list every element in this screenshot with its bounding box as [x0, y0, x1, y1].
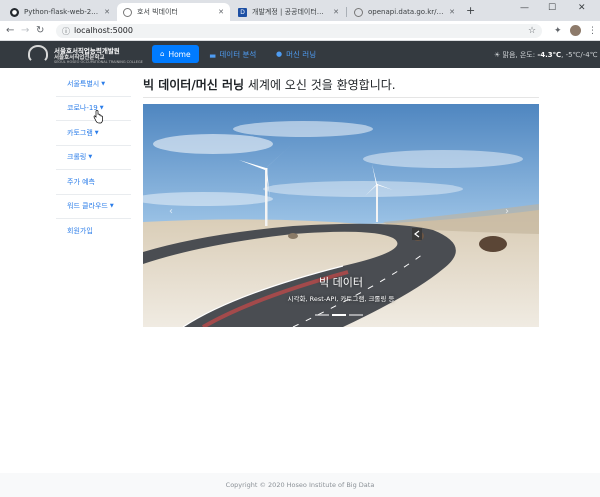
- carousel-indicator[interactable]: [332, 314, 346, 316]
- address-bar[interactable]: ⓘ localhost:5000: [56, 24, 542, 38]
- carousel-indicators: [315, 314, 363, 316]
- maximize-button[interactable]: ☐: [548, 3, 556, 13]
- nav-machine-learning[interactable]: ● 머신 러닝: [276, 45, 316, 63]
- carousel-prev-button[interactable]: ‹: [169, 206, 173, 217]
- site-navbar: 서울호서직업능력개발원 서울호서직업전문학교 SEOUL HOSEO OCCUP…: [0, 41, 600, 68]
- divider: [143, 97, 539, 98]
- globe-icon: [354, 7, 363, 17]
- site-logo[interactable]: 서울호서직업능력개발원 서울호서직업전문학교 SEOUL HOSEO OCCUP…: [28, 43, 143, 66]
- github-icon: ●: [10, 7, 19, 17]
- carousel-caption-text: 시각화, Rest-API, 카토그램, 크롤링 등: [287, 295, 395, 303]
- browser-tab-openapi[interactable]: openapi.data.go.kr/openapi/ser ✕: [348, 3, 461, 21]
- sidebar-item-signup[interactable]: 회원가입: [56, 219, 131, 244]
- caret-down-icon: ▼: [88, 154, 93, 161]
- browser-tab-label: openapi.data.go.kr/openapi/ser: [368, 8, 446, 16]
- weather-range: , -5℃/-4℃: [561, 51, 598, 59]
- page-title: 빅 데이터/머신 러닝 세계에 오신 것을 환영합니다.: [143, 76, 396, 93]
- nav-home-label: Home: [168, 49, 191, 59]
- back-arrow-icon[interactable]: ←: [6, 24, 14, 38]
- weather-info: ☀ 맑음, 온도: -4.3℃, -5℃/-4℃: [494, 50, 598, 60]
- star-icon[interactable]: ☆: [528, 25, 536, 37]
- sidebar-item-cartogram[interactable]: 카토그램 ▼: [56, 121, 131, 146]
- sidebar-item-label: 회원가입: [67, 227, 93, 236]
- logo-emblem: [28, 45, 48, 63]
- caret-down-icon: ▼: [94, 129, 99, 136]
- close-icon[interactable]: ✕: [333, 8, 339, 16]
- close-icon[interactable]: ✕: [104, 8, 110, 16]
- browser-tab-github[interactable]: ● Python-flask-web-2020/Covid-1 ✕: [4, 3, 116, 21]
- nav-data-analysis[interactable]: ▃ 데이터 분석: [210, 45, 256, 63]
- footer-copyright: Copyright © 2020 Hoseo Institute of Big …: [225, 481, 375, 489]
- carousel-next-button[interactable]: ›: [505, 206, 509, 217]
- data-portal-icon: D: [238, 7, 247, 17]
- sidebar-item-crawling[interactable]: 크롤링 ▼: [56, 146, 131, 170]
- globe-icon: [123, 7, 132, 17]
- logo-line-3: SEOUL HOSEO OCCUPATIONAL TRAINING COLLEG…: [54, 60, 143, 64]
- sidebar-item-seoul[interactable]: 서울특별시 ▼: [56, 72, 131, 97]
- nav-machine-learning-label: 머신 러닝: [286, 49, 317, 59]
- page-title-bold: 빅 데이터/머신 러닝: [143, 78, 245, 92]
- browser-tab-label: 개발계정 | 공공데이터포털: [252, 8, 330, 16]
- caret-down-icon: ▼: [109, 203, 114, 210]
- page-title-rest: 세계에 오신 것을 환영합니다.: [244, 78, 396, 92]
- avatar[interactable]: [570, 25, 581, 36]
- carousel-caption-title: 빅 데이터: [319, 276, 363, 289]
- close-icon[interactable]: ✕: [449, 8, 455, 16]
- reload-icon[interactable]: ↻: [36, 24, 44, 38]
- sidebar-item-word-cloud[interactable]: 워드 클라우드 ▼: [56, 195, 131, 219]
- hand-cursor-icon: [93, 110, 103, 124]
- sidebar-item-label: 주가 예측: [67, 177, 95, 186]
- carousel-indicator[interactable]: [349, 314, 363, 316]
- weather-temp: -4.3℃: [537, 51, 562, 59]
- tab-separator: [346, 7, 347, 17]
- chart-icon: ▃: [210, 50, 216, 58]
- sidebar-item-label: 카토그램: [67, 128, 93, 137]
- sidebar-item-stock-prediction[interactable]: 주가 예측: [56, 170, 131, 195]
- browser-tab-hoseo[interactable]: 호서 빅데이터 ✕: [117, 3, 230, 21]
- forward-arrow-icon[interactable]: →: [21, 24, 29, 38]
- hero-carousel[interactable]: ‹ › 빅 데이터 시각화, Rest-API, 카토그램, 크롤링 등: [143, 104, 539, 327]
- sidebar: 서울특별시 ▼ 코로나-19 ▼ 카토그램 ▼ 크롤링 ▼ 주가 예측 워드 클라우드 ▼…: [56, 72, 131, 244]
- caret-down-icon: ▼: [101, 80, 106, 87]
- close-window-button[interactable]: ✕: [578, 3, 586, 13]
- browser-tab-label: Python-flask-web-2020/Covid-1: [24, 8, 101, 16]
- nav-home-button[interactable]: ⌂ Home: [152, 45, 199, 63]
- home-icon: ⌂: [160, 50, 165, 58]
- new-tab-button[interactable]: +: [466, 5, 475, 17]
- nav-data-analysis-label: 데이터 분석: [219, 49, 257, 59]
- sun-icon: ☀: [494, 51, 501, 59]
- footer: Copyright © 2020 Hoseo Institute of Big …: [0, 473, 600, 497]
- menu-icon[interactable]: ⋮: [588, 25, 597, 37]
- brain-icon: ●: [276, 50, 283, 58]
- close-icon[interactable]: ✕: [218, 8, 224, 16]
- browser-tab-strip: ● Python-flask-web-2020/Covid-1 ✕ 호서 빅데이…: [0, 0, 600, 21]
- minimize-button[interactable]: —: [520, 3, 529, 13]
- address-bar-url: localhost:5000: [74, 26, 133, 35]
- browser-toolbar: ← → ↻ ⓘ localhost:5000 ☆ ✦ ⋮: [0, 21, 600, 41]
- browser-tab-data-portal[interactable]: D 개발계정 | 공공데이터포털 ✕: [232, 3, 345, 21]
- info-icon[interactable]: ⓘ: [62, 26, 70, 37]
- weather-condition: 맑음, 온도:: [502, 51, 536, 59]
- sidebar-item-label: 크롤링: [67, 153, 87, 162]
- sidebar-item-label: 서울특별시: [67, 79, 100, 88]
- sidebar-item-label: 워드 클라우드: [67, 202, 108, 211]
- browser-tab-label: 호서 빅데이터: [137, 8, 178, 16]
- extensions-icon[interactable]: ✦: [554, 25, 562, 37]
- carousel-indicator[interactable]: [315, 314, 329, 316]
